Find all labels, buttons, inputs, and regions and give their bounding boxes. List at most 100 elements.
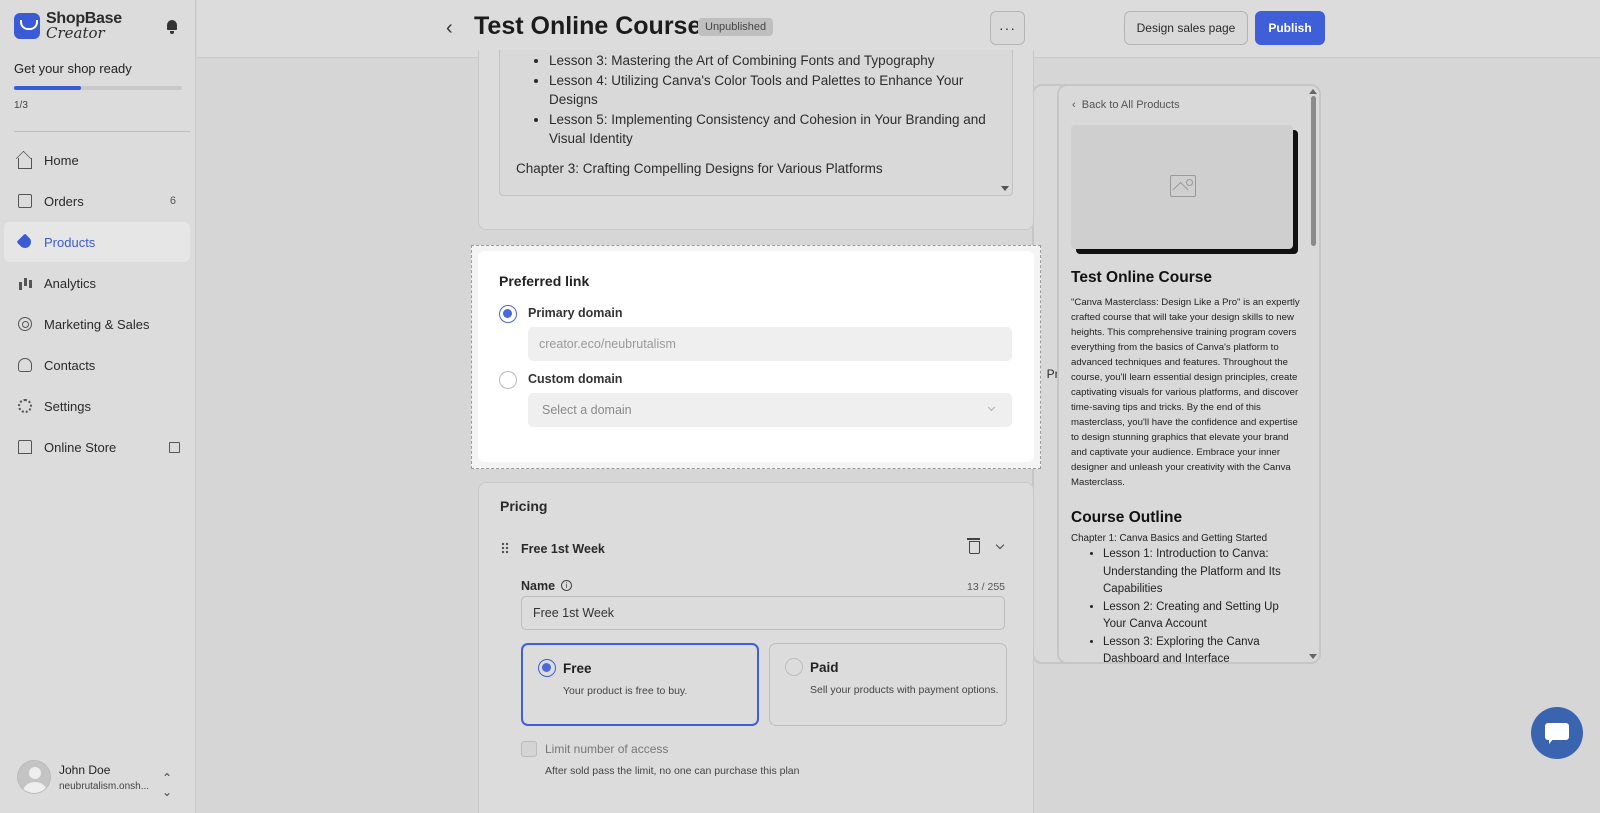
user-store: neubrutalism.onsh... xyxy=(59,780,150,792)
preferred-link-card: Preferred link Primary domain creator.ec… xyxy=(478,251,1034,462)
trash-icon[interactable] xyxy=(967,538,980,554)
paid-radio[interactable] xyxy=(785,658,803,676)
scroll-up-icon[interactable] xyxy=(1309,89,1317,94)
home-icon xyxy=(18,157,32,169)
design-sales-page-button[interactable]: Design sales page xyxy=(1124,11,1248,45)
info-icon[interactable]: i xyxy=(561,580,572,591)
preferred-link-title: Preferred link xyxy=(499,273,590,289)
sidebar-item-settings[interactable]: Settings xyxy=(4,386,190,426)
user-name: John Doe xyxy=(59,762,111,777)
custom-domain-radio[interactable] xyxy=(499,371,517,389)
pricing-card: Pricing Free 1st Week Name i 13 / 255 Fr… xyxy=(478,482,1034,813)
primary-domain-radio[interactable] xyxy=(499,305,517,323)
paid-description: Sell your products with payment options. xyxy=(810,684,999,696)
sidebar-item-label: Online Store xyxy=(44,439,117,455)
lesson-item: Lesson 3: Mastering the Art of Combining… xyxy=(549,51,1012,71)
publish-button[interactable]: Publish xyxy=(1255,11,1325,45)
description-editor[interactable]: Lesson 3: Mastering the Art of Combining… xyxy=(499,50,1013,196)
primary-domain-label: Primary domain xyxy=(528,306,623,320)
scroll-down-icon[interactable] xyxy=(1001,186,1009,191)
sidebar-item-analytics[interactable]: Analytics xyxy=(4,263,190,303)
lesson-item: Lesson 4: Utilizing Canva's Color Tools … xyxy=(549,71,1012,110)
product-preview[interactable]: ‹ Back to All Products Test Online Cours… xyxy=(1057,84,1321,664)
sidebar-item-label: Orders xyxy=(44,193,84,209)
chat-button[interactable] xyxy=(1531,707,1583,759)
preview-lesson-item: Lesson 3: Exploring the Canva Dashboard … xyxy=(1103,634,1301,663)
domain-select[interactable]: Select a domain xyxy=(528,393,1012,427)
free-description: Your product is free to buy. xyxy=(563,685,688,697)
free-title: Free xyxy=(563,661,592,676)
bell-icon[interactable] xyxy=(166,20,178,34)
setup-progress-bar xyxy=(14,86,182,90)
preview-description: "Canva Masterclass: Design Like a Pro" i… xyxy=(1071,297,1300,488)
scroll-down-icon[interactable] xyxy=(1309,654,1317,659)
back-to-products-link[interactable]: ‹ Back to All Products xyxy=(1072,99,1180,111)
avatar xyxy=(17,760,51,794)
sidebar-item-label: Analytics xyxy=(44,275,97,291)
preview-title: Test Online Course xyxy=(1071,269,1212,286)
store-icon xyxy=(18,440,32,454)
orders-count: 6 xyxy=(169,195,176,207)
description-card: Lesson 3: Mastering the Art of Combining… xyxy=(478,50,1034,230)
domain-select-placeholder: Select a domain xyxy=(542,403,632,417)
chart-icon xyxy=(18,276,32,290)
orders-icon xyxy=(18,194,32,208)
free-option[interactable]: Free Your product is free to buy. xyxy=(521,643,759,726)
sidebar-nav: Home Orders 6 Products Analytics Marketi… xyxy=(4,140,190,468)
status-badge: Unpublished xyxy=(698,18,774,36)
shopbase-logo[interactable]: ShopBase Creator xyxy=(14,11,122,42)
contacts-icon xyxy=(18,358,32,372)
plan-name-input[interactable]: Free 1st Week xyxy=(521,596,1005,630)
logo-text: ShopBase Creator xyxy=(46,11,122,42)
preview-scrollbar[interactable] xyxy=(1311,96,1316,246)
sidebar-item-home[interactable]: Home xyxy=(4,140,190,180)
paid-title: Paid xyxy=(810,660,839,675)
sidebar-item-marketing[interactable]: Marketing & Sales xyxy=(4,304,190,344)
preview-lesson-list: Lesson 1: Introduction to Canva: Underst… xyxy=(1071,546,1301,663)
sidebar-item-label: Marketing & Sales xyxy=(44,316,150,332)
sidebar-item-orders[interactable]: Orders 6 xyxy=(4,181,190,221)
gear-icon xyxy=(18,399,32,413)
sidebar-item-label: Products xyxy=(44,234,96,250)
external-link-icon[interactable] xyxy=(169,441,180,453)
sidebar-item-online-store[interactable]: Online Store xyxy=(4,427,190,467)
preview-lesson-item: Lesson 2: Creating and Setting Up Your C… xyxy=(1103,599,1301,634)
page-title: Test Online Course xyxy=(474,12,702,40)
setup-progress-fill xyxy=(14,86,82,90)
sidebar-item-products[interactable]: Products xyxy=(4,222,190,262)
primary-domain-field[interactable]: creator.eco/neubrutalism xyxy=(528,327,1012,361)
sidebar-item-label: Contacts xyxy=(44,357,96,373)
sidebar-divider xyxy=(14,131,190,132)
lesson-item: Lesson 5: Implementing Consistency and C… xyxy=(549,110,1012,149)
brand-subname: Creator xyxy=(46,24,105,42)
lesson-list: Lesson 3: Mastering the Art of Combining… xyxy=(549,51,1012,149)
target-icon xyxy=(18,317,32,331)
plan-name: Free 1st Week xyxy=(521,542,605,556)
tag-icon xyxy=(16,233,34,251)
paid-option[interactable]: Paid Sell your products with payment opt… xyxy=(769,643,1007,726)
limit-access-checkbox[interactable] xyxy=(521,741,537,757)
limit-access-help: After sold pass the limit, no one can pu… xyxy=(545,765,800,777)
drag-handle-icon[interactable] xyxy=(501,542,509,554)
chevron-down-icon xyxy=(987,403,996,412)
course-outline-title: Course Outline xyxy=(1071,509,1183,526)
limit-access-label: Limit number of access xyxy=(545,742,669,756)
sidebar-item-contacts[interactable]: Contacts xyxy=(4,345,190,385)
setup-progress-label: 1/3 xyxy=(14,100,28,111)
pricing-title: Pricing xyxy=(500,498,548,514)
user-menu[interactable]: John Doe neubrutalism.onsh... xyxy=(17,760,149,794)
setup-title[interactable]: Get your shop ready xyxy=(14,61,132,76)
sidebar-item-label: Settings xyxy=(44,398,91,414)
char-count: 13 / 255 xyxy=(967,581,1005,593)
sidebar: ShopBase Creator Get your shop ready 1/3… xyxy=(0,0,196,813)
custom-domain-label: Custom domain xyxy=(528,372,623,386)
free-radio[interactable] xyxy=(538,659,556,677)
name-label: Name xyxy=(521,579,556,593)
expand-collapse-icon[interactable]: ⌃ ⌄ xyxy=(162,771,172,799)
product-image-placeholder xyxy=(1071,125,1293,249)
logo-mark-icon xyxy=(14,13,40,39)
more-actions-button[interactable]: ··· xyxy=(990,11,1025,45)
chevron-down-icon[interactable] xyxy=(995,540,1005,550)
chat-icon xyxy=(1545,723,1569,744)
back-arrow-icon[interactable]: ‹ xyxy=(446,17,453,40)
